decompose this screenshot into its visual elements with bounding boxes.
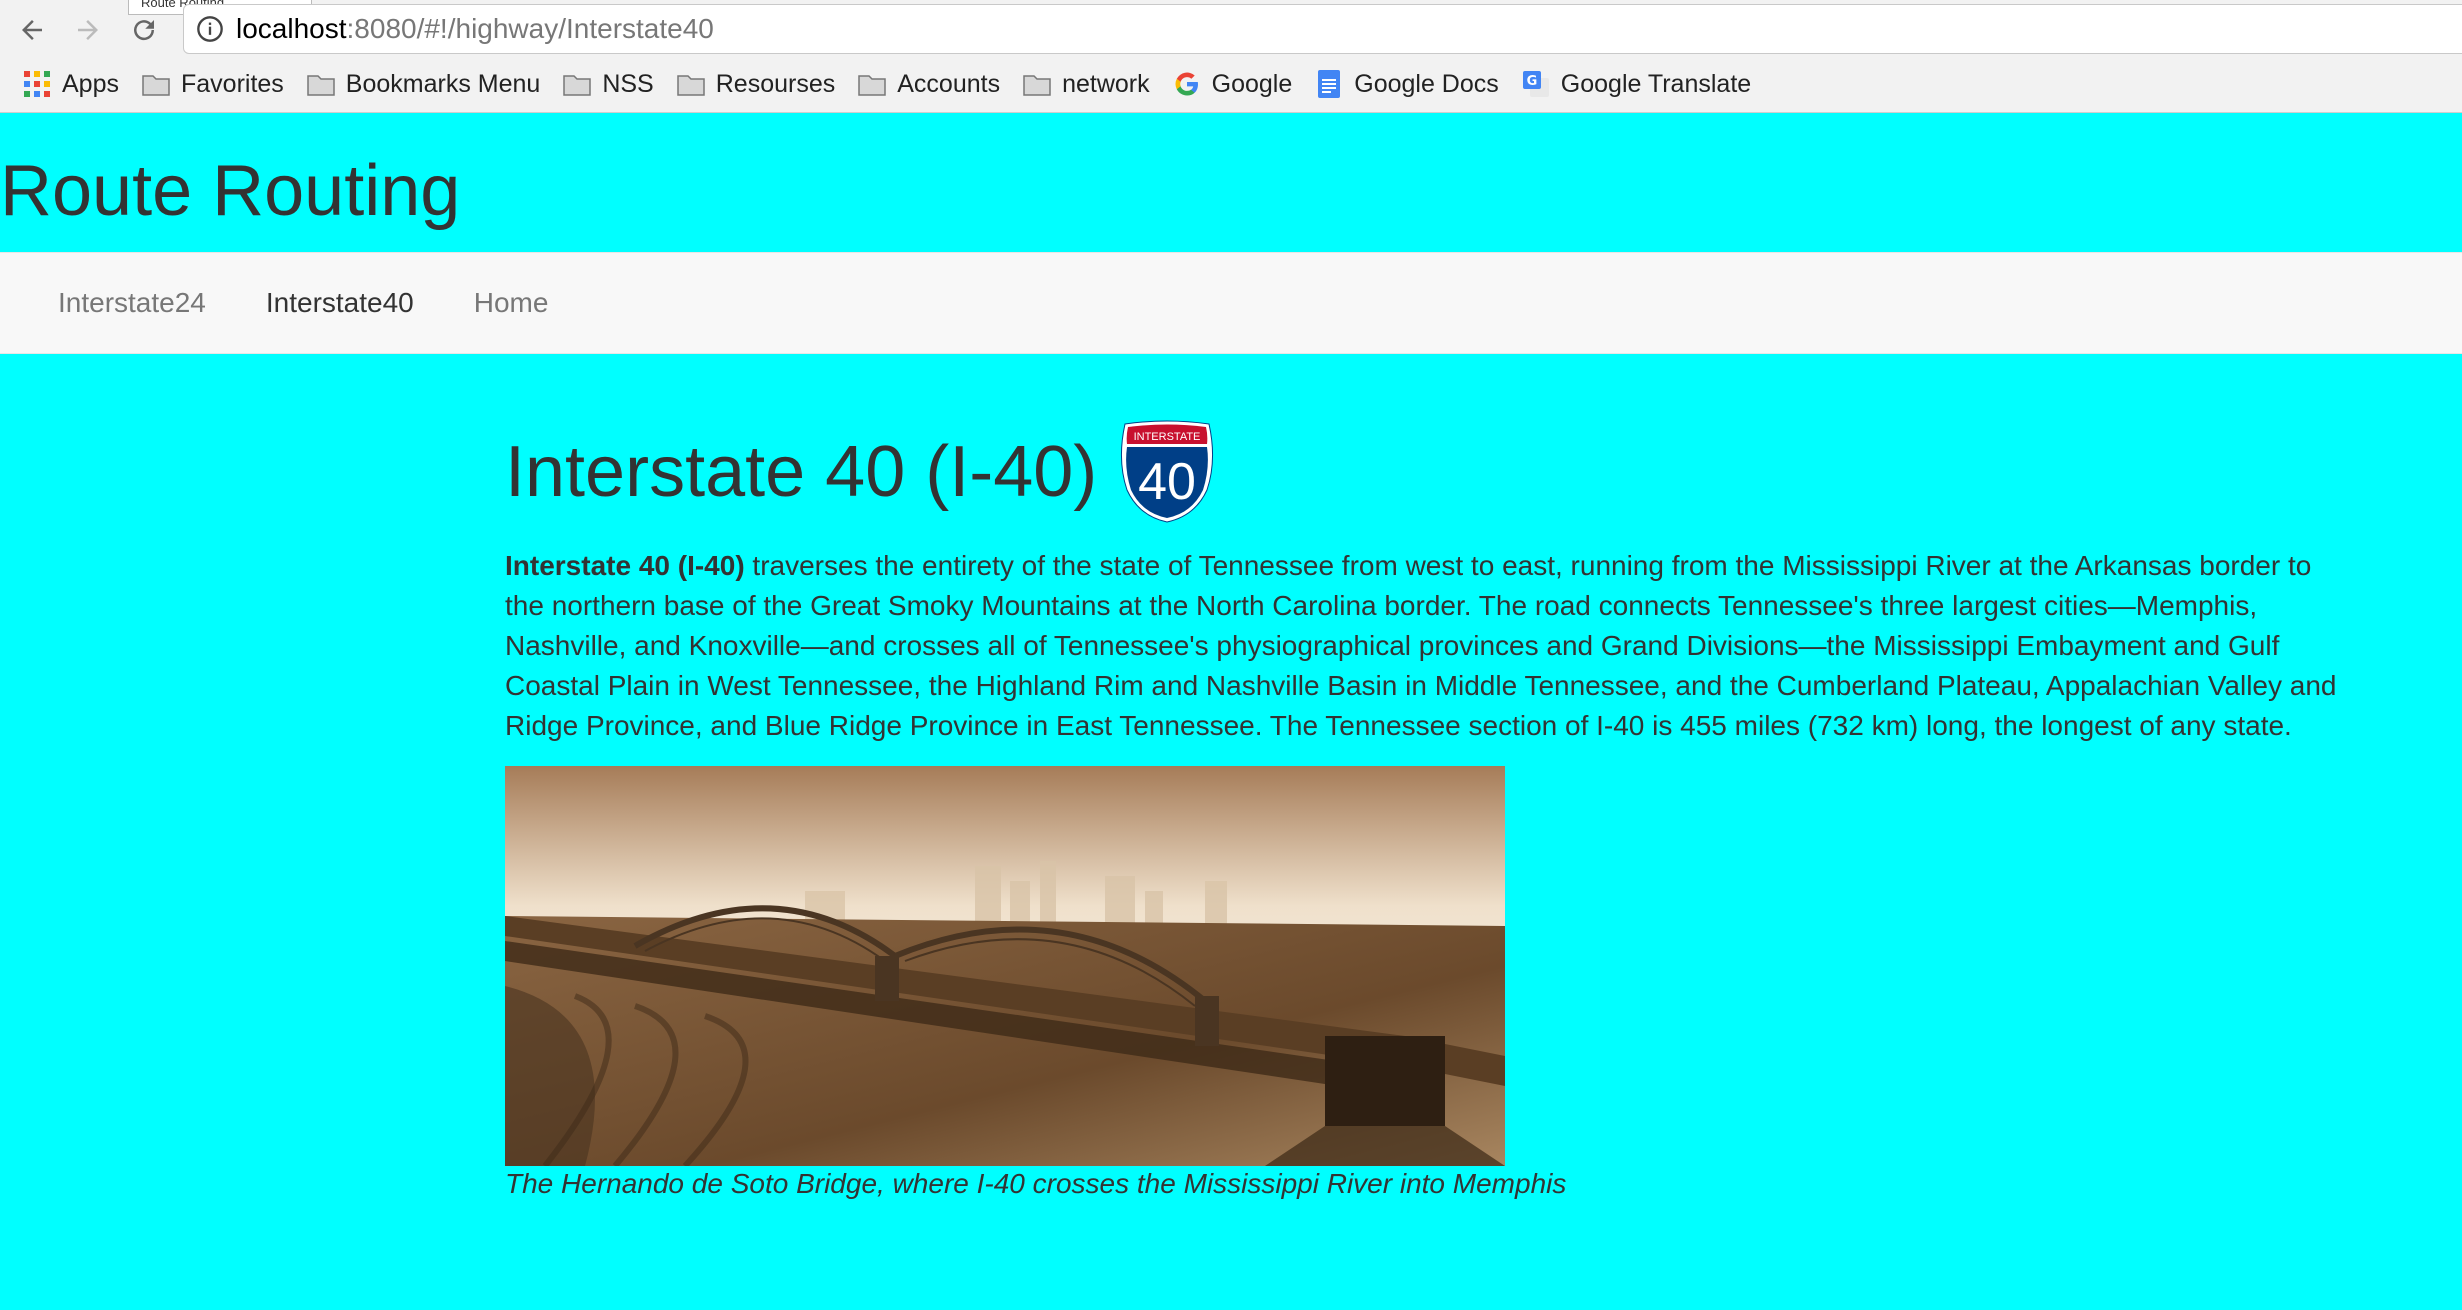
svg-text:40: 40 xyxy=(1138,453,1196,511)
svg-text:G: G xyxy=(1526,74,1537,89)
folder-icon xyxy=(1022,69,1052,99)
bookmark-google[interactable]: Google xyxy=(1172,62,1292,106)
folder-icon xyxy=(141,69,171,99)
nav-link-home[interactable]: Home xyxy=(444,287,579,319)
apps-grid-icon xyxy=(22,69,52,99)
article-body-text: traverses the entirety of the state of T… xyxy=(505,550,2337,741)
folder-icon xyxy=(306,69,336,99)
article-heading: Interstate 40 (I-40) xyxy=(505,432,1098,512)
bookmark-network[interactable]: network xyxy=(1022,62,1150,106)
site-navbar: Interstate24 Interstate40 Home xyxy=(0,252,2462,354)
back-button[interactable] xyxy=(12,10,52,50)
google-translate-icon: G xyxy=(1521,69,1551,99)
folder-icon xyxy=(562,69,592,99)
svg-text:INTERSTATE: INTERSTATE xyxy=(1134,431,1201,443)
info-icon[interactable] xyxy=(194,13,226,45)
google-g-icon xyxy=(1172,69,1202,99)
article-heading-row: Interstate 40 (I-40) INTERSTATE 40 xyxy=(505,420,2345,524)
bookmark-google-translate[interactable]: G Google Translate xyxy=(1521,62,1751,106)
bookmark-google-docs[interactable]: Google Docs xyxy=(1314,62,1499,106)
bookmark-favorites[interactable]: Favorites xyxy=(141,62,284,106)
article-lead-bold: Interstate 40 (I-40) xyxy=(505,550,745,581)
forward-button[interactable] xyxy=(68,10,108,50)
folder-icon xyxy=(857,69,887,99)
article-paragraph: Interstate 40 (I-40) traverses the entir… xyxy=(505,546,2345,746)
google-docs-icon xyxy=(1314,69,1344,99)
address-bar[interactable]: localhost:8080/#!/highway/Interstate40 xyxy=(183,4,2462,54)
forward-arrow-icon xyxy=(78,20,98,40)
bookmark-nss[interactable]: NSS xyxy=(562,62,654,106)
nav-link-interstate24[interactable]: Interstate24 xyxy=(0,287,236,319)
interstate-shield-icon: INTERSTATE 40 xyxy=(1121,420,1214,523)
article: Interstate 40 (I-40) INTERSTATE 40 Inter… xyxy=(505,420,2345,1200)
reload-icon xyxy=(134,20,155,41)
browser-chrome: Route Routing localhost:8080/#!/highway/… xyxy=(0,0,2462,113)
folder-icon xyxy=(676,69,706,99)
site-title: Route Routing xyxy=(0,151,461,231)
url-text[interactable]: localhost:8080/#!/highway/Interstate40 xyxy=(236,13,714,45)
reload-button[interactable] xyxy=(124,10,164,50)
bridge-photo xyxy=(505,766,1505,1166)
bookmark-resourses[interactable]: Resourses xyxy=(676,62,835,106)
back-arrow-icon xyxy=(22,20,42,40)
bookmark-bookmarks-menu[interactable]: Bookmarks Menu xyxy=(306,62,540,106)
bookmark-accounts[interactable]: Accounts xyxy=(857,62,1000,106)
nav-link-interstate40[interactable]: Interstate40 xyxy=(236,287,444,319)
photo-caption: The Hernando de Soto Bridge, where I-40 … xyxy=(505,1168,1567,1199)
bookmark-apps[interactable]: Apps xyxy=(22,62,119,106)
bookmarks-bar: Apps Favorites Bookmarks Menu NSS Resour… xyxy=(0,62,2462,106)
